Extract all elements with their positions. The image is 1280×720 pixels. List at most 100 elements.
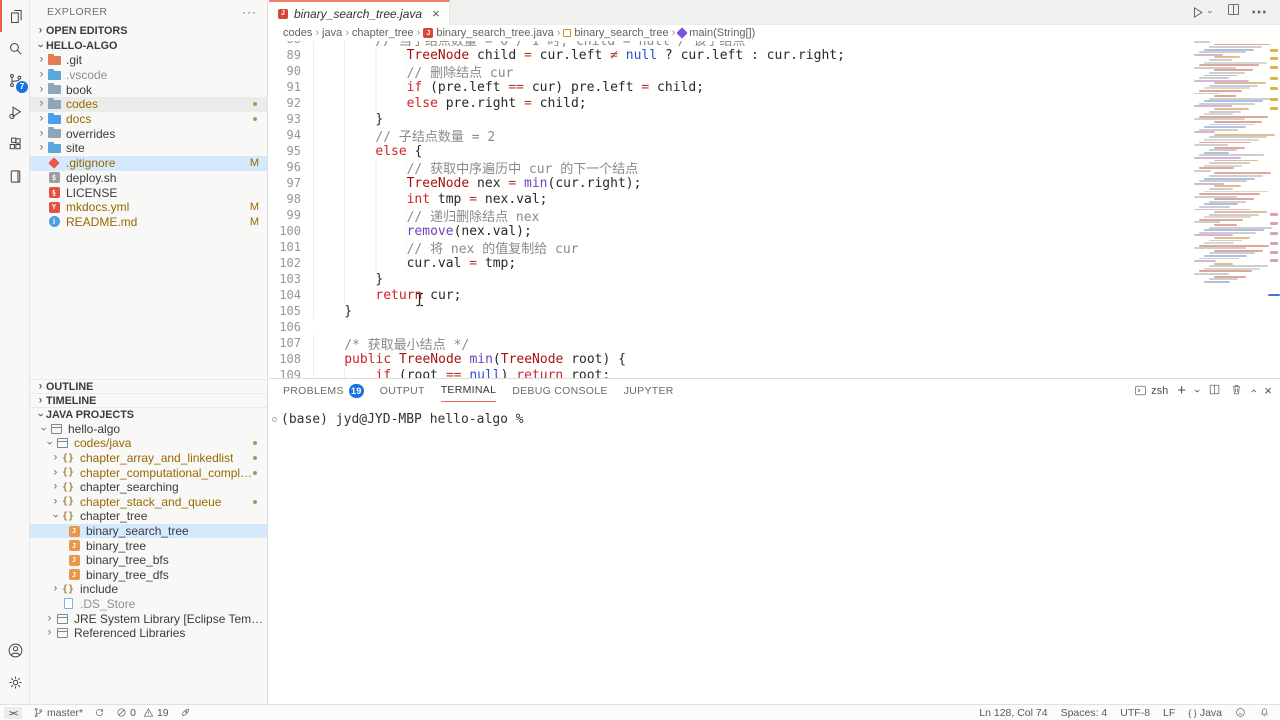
breadcrumb-item[interactable]: binary_search_tree bbox=[563, 27, 668, 39]
panel-tab-problems[interactable]: PROBLEMS19 bbox=[283, 379, 364, 402]
java-project-item[interactable]: ›{}chapter_searching bbox=[30, 480, 267, 495]
explorer-icon[interactable] bbox=[0, 0, 30, 32]
file-row[interactable]: ›.git bbox=[30, 53, 267, 68]
file-row[interactable]: ›codes bbox=[30, 97, 267, 112]
java-project-item[interactable]: ›codes/java bbox=[30, 436, 267, 451]
breadcrumb-item[interactable]: main(String[]) bbox=[678, 27, 755, 39]
breadcrumb-label: chapter_tree bbox=[352, 27, 414, 39]
code-text: } bbox=[307, 271, 383, 287]
file-row[interactable]: ›overrides bbox=[30, 126, 267, 141]
accounts-icon[interactable] bbox=[0, 634, 30, 666]
breadcrumb-item[interactable]: Jbinary_search_tree.java bbox=[423, 27, 553, 39]
code-token: ? cur.left : cur.right; bbox=[657, 48, 845, 63]
code-line: 97TreeNode nex = min(cur.right); bbox=[269, 175, 1280, 191]
file-row[interactable]: .gitignoreM bbox=[30, 156, 267, 171]
file-icon bbox=[64, 598, 73, 609]
cursor-position[interactable]: Ln 128, Col 74 bbox=[979, 707, 1047, 719]
git-branch-item[interactable]: master* bbox=[33, 707, 83, 719]
java-project-item[interactable]: Jbinary_tree bbox=[30, 538, 267, 553]
indentation[interactable]: Spaces: 4 bbox=[1061, 707, 1108, 719]
run-debug-icon[interactable] bbox=[0, 96, 30, 128]
new-terminal-icon[interactable]: + bbox=[1177, 382, 1186, 399]
feedback-smiley-icon[interactable] bbox=[1235, 707, 1246, 718]
sync-icon[interactable] bbox=[94, 707, 105, 718]
code-token: else bbox=[375, 144, 406, 159]
folder-icon bbox=[48, 129, 61, 138]
line-number: 95 bbox=[269, 144, 307, 158]
item-label: site bbox=[66, 141, 85, 155]
file-row[interactable]: iREADME.mdM bbox=[30, 215, 267, 230]
search-icon[interactable] bbox=[0, 32, 30, 64]
code-editor[interactable]: 88// 当子结点数量 = 0 / 1 时, child = null / 该子… bbox=[269, 41, 1280, 378]
code-token: child bbox=[469, 48, 524, 63]
language-mode[interactable]: { } Java bbox=[1188, 707, 1222, 719]
panel-tab-debug-console[interactable]: DEBUG CONSOLE bbox=[512, 379, 608, 402]
java-project-item[interactable]: .DS_Store bbox=[30, 597, 267, 612]
settings-gear-icon[interactable] bbox=[0, 666, 30, 698]
kill-terminal-icon[interactable] bbox=[1230, 383, 1243, 399]
java-project-item[interactable]: Jbinary_tree_bfs bbox=[30, 553, 267, 568]
notebook-icon[interactable] bbox=[0, 160, 30, 192]
java-project-item[interactable]: ›JRE System Library [Eclipse Temurin 17 … bbox=[30, 611, 267, 626]
breadcrumb-item[interactable]: chapter_tree bbox=[352, 27, 414, 39]
terminal-output[interactable]: (base) jyd@JYD-MBP hello-algo % bbox=[269, 402, 1280, 427]
extensions-icon[interactable] bbox=[0, 128, 30, 160]
notifications-bell-icon[interactable] bbox=[1259, 707, 1270, 718]
file-row[interactable]: $deploy.sh bbox=[30, 171, 267, 186]
java-project-item[interactable]: ›{}chapter_array_and_linkedlist bbox=[30, 451, 267, 466]
file-row[interactable]: ›docs bbox=[30, 112, 267, 127]
code-token: = bbox=[524, 48, 532, 63]
file-row[interactable]: ›.vscode bbox=[30, 68, 267, 83]
java-projects-section[interactable]: › JAVA PROJECTS bbox=[30, 407, 267, 421]
terminal-dropdown-icon[interactable]: › bbox=[1191, 389, 1203, 393]
file-row[interactable]: ›book bbox=[30, 82, 267, 97]
tab-binary-search-tree[interactable]: J binary_search_tree.java × bbox=[269, 0, 450, 25]
panel-tab-output[interactable]: OUTPUT bbox=[380, 379, 425, 402]
remote-indicator[interactable]: >< bbox=[4, 707, 22, 719]
source-control-icon[interactable]: 7 bbox=[0, 64, 30, 96]
breadcrumb-item[interactable]: codes bbox=[283, 27, 312, 39]
file-row[interactable]: ›site bbox=[30, 141, 267, 156]
run-button[interactable]: › bbox=[1190, 5, 1216, 20]
terminal-shell-selector[interactable]: zsh bbox=[1134, 384, 1168, 397]
breadcrumb-item[interactable]: java bbox=[322, 27, 342, 39]
chevron-right-icon bbox=[36, 157, 47, 169]
timeline-section[interactable]: › TIMELINE bbox=[30, 393, 267, 407]
code-token bbox=[391, 352, 399, 367]
root-folder-section[interactable]: › HELLO-ALGO bbox=[30, 38, 267, 53]
code-token: } bbox=[375, 112, 383, 127]
open-editors-section[interactable]: › OPEN EDITORS bbox=[30, 23, 267, 38]
java-project-item[interactable]: ›{}chapter_computational_complexity bbox=[30, 465, 267, 480]
code-token: null bbox=[626, 48, 657, 63]
java-project-item[interactable]: ›{}chapter_stack_and_queue bbox=[30, 495, 267, 510]
maximize-panel-icon[interactable]: › bbox=[1248, 389, 1260, 393]
file-row[interactable]: Ymkdocs.ymlM bbox=[30, 200, 267, 215]
java-project-item[interactable]: ›hello-algo bbox=[30, 422, 267, 437]
sidebar-more-icon[interactable]: ··· bbox=[242, 5, 257, 19]
java-project-item[interactable]: Jbinary_tree_dfs bbox=[30, 568, 267, 583]
minimap-line bbox=[1214, 185, 1241, 187]
close-panel-icon[interactable]: × bbox=[1264, 383, 1272, 398]
minimap[interactable] bbox=[1194, 41, 1268, 291]
problems-item[interactable]: 0 19 bbox=[116, 707, 169, 719]
panel-tab-jupyter[interactable]: JUPYTER bbox=[624, 379, 674, 402]
java-project-item[interactable]: ›{}include bbox=[30, 582, 267, 597]
panel-tab-terminal[interactable]: TERMINAL bbox=[441, 379, 497, 402]
git-modified-badge: M bbox=[250, 216, 259, 228]
java-project-item[interactable]: ›{}chapter_tree bbox=[30, 509, 267, 524]
split-terminal-icon[interactable] bbox=[1208, 383, 1221, 399]
tab-close-icon[interactable]: × bbox=[432, 6, 440, 21]
file-row[interactable]: §LICENSE bbox=[30, 185, 267, 200]
eol[interactable]: LF bbox=[1163, 707, 1175, 719]
rocket-icon[interactable] bbox=[180, 707, 191, 718]
split-editor-icon[interactable] bbox=[1226, 2, 1241, 22]
code-token: } bbox=[375, 272, 383, 287]
java-project-item[interactable]: Jbinary_search_tree bbox=[30, 524, 267, 539]
java-project-item[interactable]: ›Referenced Libraries bbox=[30, 626, 267, 641]
encoding[interactable]: UTF-8 bbox=[1120, 707, 1150, 719]
terminal-prompt: (base) jyd@JYD-MBP hello-algo % bbox=[281, 412, 524, 427]
outline-section[interactable]: › OUTLINE bbox=[30, 379, 267, 393]
item-label: overrides bbox=[66, 127, 115, 141]
item-label: binary_tree bbox=[86, 539, 146, 553]
more-actions-icon[interactable]: ⋯ bbox=[1251, 2, 1268, 22]
